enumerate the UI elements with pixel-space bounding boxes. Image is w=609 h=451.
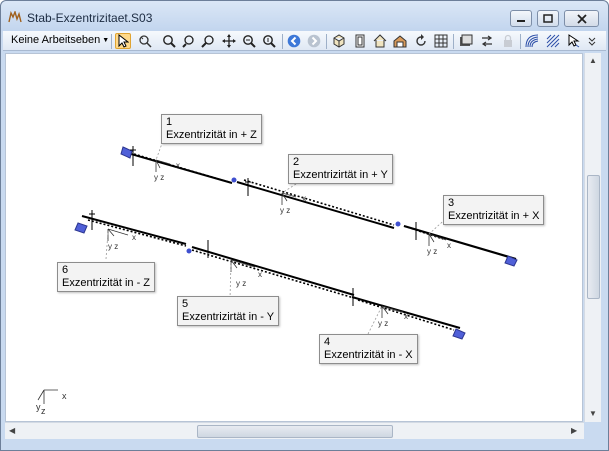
- callout-5[interactable]: 5 Exzentrizirtät in - Y: [177, 296, 280, 326]
- callout-text: Exzentrizität in - Z: [62, 277, 151, 289]
- back-icon[interactable]: [286, 33, 302, 49]
- callout-number: 2: [293, 156, 300, 168]
- toolbar-separator: [326, 34, 327, 49]
- scroll-up-icon[interactable]: ▲: [589, 56, 597, 65]
- callout-number: 6: [62, 264, 69, 276]
- front-view-icon[interactable]: [352, 33, 368, 49]
- support-node[interactable]: [452, 328, 466, 340]
- global-axis-z: z: [41, 406, 46, 416]
- refresh-icon[interactable]: [413, 33, 429, 49]
- flip-icon[interactable]: [479, 33, 495, 49]
- horizontal-scrollbar[interactable]: ◀ ▶: [5, 422, 584, 439]
- callout-text: Exzentrizirtät in - Y: [182, 311, 275, 323]
- callout-number: 1: [166, 116, 173, 128]
- callout-3[interactable]: 3 Exzentrizität in + X: [443, 195, 545, 225]
- zoom-all-icon[interactable]: [241, 33, 257, 49]
- callout-text: Exzentrizirtät in + Y: [293, 169, 388, 181]
- callout-2[interactable]: 2 Exzentrizirtät in + Y: [288, 154, 393, 184]
- svg-text:x: x: [447, 241, 451, 250]
- support-node[interactable]: [504, 255, 518, 267]
- render-icon[interactable]: [458, 33, 474, 49]
- support-node[interactable]: [74, 222, 88, 234]
- model-drawing[interactable]: y z x y z x y z x y z x y z x y z x y z x: [6, 54, 584, 423]
- close-button[interactable]: [564, 10, 599, 27]
- global-axis-x: x: [62, 391, 67, 401]
- scroll-right-icon[interactable]: ▶: [571, 426, 577, 435]
- zoom-window-icon[interactable]: [181, 33, 197, 49]
- iso-view-icon[interactable]: [331, 33, 347, 49]
- svg-text:x: x: [258, 270, 262, 279]
- zoom-previous-icon[interactable]: [261, 33, 277, 49]
- scroll-down-icon[interactable]: ▼: [589, 409, 597, 418]
- grid-icon[interactable]: [433, 33, 449, 49]
- node-point[interactable]: [231, 177, 237, 183]
- chevron-down-icon: ▼: [102, 37, 110, 44]
- global-axis-indicator: [37, 389, 58, 404]
- support-node[interactable]: [120, 146, 133, 159]
- svg-text:x: x: [176, 161, 180, 170]
- window-title: Stab-Exzentrizitaet.S03: [27, 11, 153, 25]
- scroll-left-icon[interactable]: ◀: [9, 426, 15, 435]
- toolbar-separator: [111, 34, 112, 49]
- callout-1[interactable]: 1 Exzentrizität in + Z: [161, 114, 262, 144]
- app-icon: [8, 11, 22, 23]
- callout-text: Exzentrizität in + X: [448, 210, 540, 222]
- minimize-icon: [517, 19, 525, 22]
- workplane-label: Keine Arbeitseben: [11, 34, 101, 46]
- node-point[interactable]: [395, 221, 401, 227]
- callout-text: Exzentrizität in - X: [324, 349, 413, 361]
- graphics-viewport[interactable]: y z x y z x y z x y z x y z x y z x y z x 1 Ex…: [5, 53, 583, 422]
- callout-number: 4: [324, 336, 331, 348]
- zoom-icon[interactable]: [161, 33, 177, 49]
- toolbar-separator: [453, 34, 454, 49]
- title-bar[interactable]: Stab-Exzentrizitaet.S03: [1, 1, 608, 31]
- lock-icon[interactable]: [500, 33, 516, 49]
- restore-button[interactable]: [537, 10, 559, 27]
- callout-number: 3: [448, 197, 455, 209]
- home-view-icon[interactable]: [372, 33, 388, 49]
- svg-text:y z: y z: [427, 247, 437, 256]
- toolbar-separator: [520, 34, 521, 49]
- horizontal-scroll-thumb[interactable]: [197, 425, 393, 438]
- zoom-in-icon[interactable]: [200, 33, 216, 49]
- vertical-scrollbar[interactable]: ▲ ▼: [584, 53, 601, 422]
- svg-text:y z: y z: [378, 319, 388, 328]
- svg-text:y z: y z: [108, 242, 118, 251]
- svg-text:y z: y z: [154, 173, 164, 182]
- svg-text:y z: y z: [280, 206, 290, 215]
- pan-icon[interactable]: [221, 33, 237, 49]
- select-arrow-icon[interactable]: [115, 33, 131, 49]
- toolbar: Keine Arbeitseben ▼: [3, 31, 606, 51]
- local-axis-labels: y z x y z x y z x y z x y z x y z x: [108, 161, 451, 328]
- svg-text:x: x: [132, 233, 136, 242]
- minimize-button[interactable]: [510, 10, 532, 27]
- workplane-dropdown[interactable]: Keine Arbeitseben ▼: [11, 34, 109, 46]
- callout-text: Exzentrizität in + Z: [166, 129, 257, 141]
- toolbar-overflow-icon[interactable]: [587, 33, 597, 49]
- svg-text:y z: y z: [236, 279, 246, 288]
- application-window: Stab-Exzentrizitaet.S03 Keine Arbeitsebe…: [0, 0, 609, 451]
- close-icon: [576, 13, 587, 24]
- vertical-scroll-thumb[interactable]: [587, 175, 600, 299]
- forward-icon[interactable]: [306, 33, 322, 49]
- callout-number: 5: [182, 298, 189, 310]
- wave-icon[interactable]: [524, 33, 540, 49]
- side-view-icon[interactable]: [392, 33, 408, 49]
- callout-6[interactable]: 6 Exzentrizität in - Z: [57, 262, 156, 292]
- hatch-icon[interactable]: [545, 33, 561, 49]
- node-point[interactable]: [186, 248, 192, 254]
- callout-4[interactable]: 4 Exzentrizität in - X: [319, 334, 418, 364]
- svg-text:x: x: [302, 194, 306, 203]
- rotate-view-icon[interactable]: [137, 33, 153, 49]
- restore-icon: [543, 14, 553, 23]
- svg-text:x: x: [404, 312, 408, 321]
- cursor-filter-icon[interactable]: [565, 33, 581, 49]
- toolbar-separator: [282, 34, 283, 49]
